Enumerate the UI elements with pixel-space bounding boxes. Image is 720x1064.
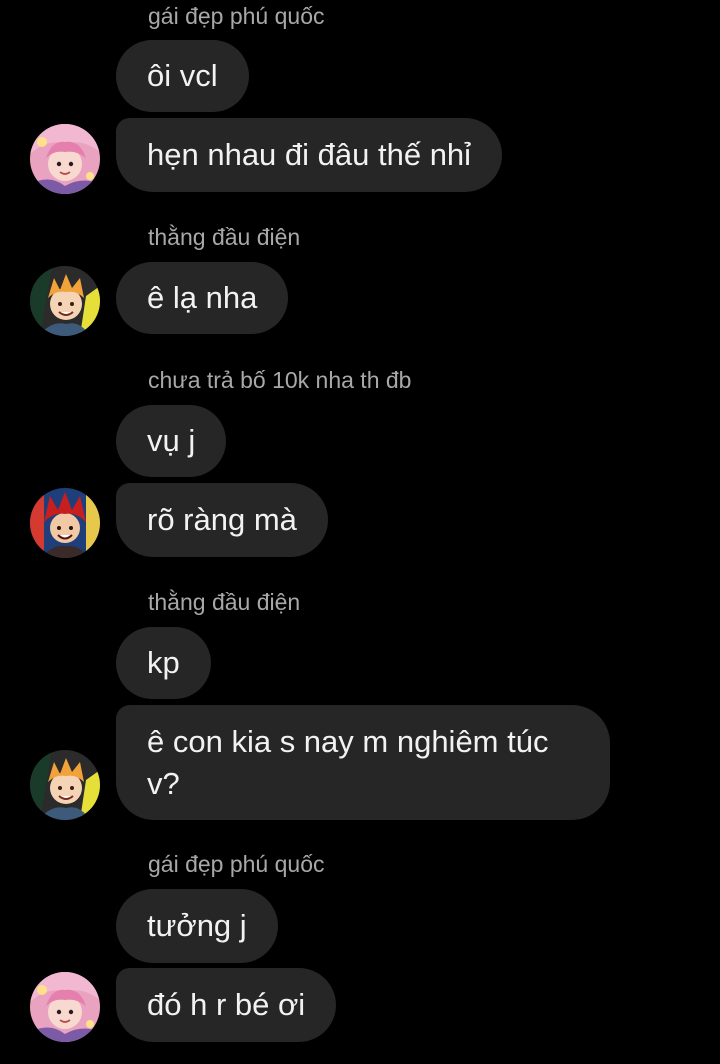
sender-name: chưa trả bố 10k nha th đb: [148, 367, 412, 393]
blonde-anime-avatar-icon[interactable]: [30, 266, 100, 336]
message-bubble[interactable]: đó h r bé ơi: [116, 968, 337, 1042]
sender-name: gái đẹp phú quốc: [148, 3, 325, 29]
message-bubble[interactable]: ôi vcl: [116, 40, 249, 112]
sender-name: thằng đầu điện: [148, 589, 301, 615]
message-bubble[interactable]: vụ j: [116, 405, 227, 477]
message-bubble[interactable]: kp: [116, 627, 211, 699]
sender-name: thằng đầu điện: [148, 224, 301, 250]
message-bubble[interactable]: hẹn nhau đi đâu thế nhỉ: [116, 118, 503, 192]
sender-name: gái đẹp phú quốc: [148, 851, 325, 877]
pink-hair-anime-avatar-icon[interactable]: [30, 124, 100, 194]
pink-hair-anime-avatar-icon[interactable]: [30, 972, 100, 1042]
message-bubble[interactable]: tưởng j: [116, 889, 278, 963]
blonde-anime-avatar-icon[interactable]: [30, 750, 100, 820]
message-bubble[interactable]: ê con kia s nay m nghiêm túc v?: [116, 705, 610, 820]
message-bubble[interactable]: ê lạ nha: [116, 262, 289, 334]
message-bubble[interactable]: rõ ràng mà: [116, 483, 328, 557]
red-hair-anime-avatar-icon[interactable]: [30, 488, 100, 558]
